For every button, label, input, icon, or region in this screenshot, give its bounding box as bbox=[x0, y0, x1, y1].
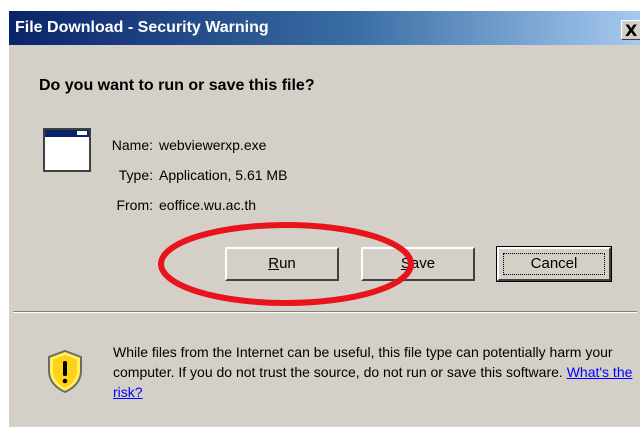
from-value: eoffice.wu.ac.th bbox=[159, 197, 257, 213]
run-button[interactable]: Run bbox=[225, 247, 339, 281]
title-bar[interactable]: File Download - Security Warning X bbox=[9, 11, 640, 45]
warning-message: While files from the Internet can be use… bbox=[113, 342, 637, 402]
from-label: From: bbox=[116, 197, 153, 213]
save-button[interactable]: Save bbox=[361, 247, 475, 281]
warning-text: While files from the Internet can be use… bbox=[113, 344, 613, 380]
window-title: File Download - Security Warning bbox=[15, 19, 269, 36]
cancel-button-label: Cancel bbox=[530, 255, 578, 272]
name-label: Name: bbox=[111, 137, 153, 153]
close-icon: X bbox=[625, 21, 638, 40]
separator bbox=[13, 311, 637, 313]
cancel-button[interactable]: Cancel bbox=[496, 246, 612, 282]
security-warning-dialog: File Download - Security Warning X Do yo… bbox=[8, 10, 640, 427]
close-button[interactable]: X bbox=[621, 20, 640, 40]
dialog-question: Do you want to run or save this file? bbox=[39, 77, 315, 94]
type-label: Type: bbox=[118, 167, 153, 183]
name-value: webviewerxp.exe bbox=[159, 137, 267, 153]
type-value: Application, 5.61 MB bbox=[159, 167, 288, 183]
shield-warning-icon bbox=[48, 349, 82, 393]
run-button-label: Run bbox=[268, 255, 296, 272]
save-button-label: Save bbox=[400, 255, 436, 272]
